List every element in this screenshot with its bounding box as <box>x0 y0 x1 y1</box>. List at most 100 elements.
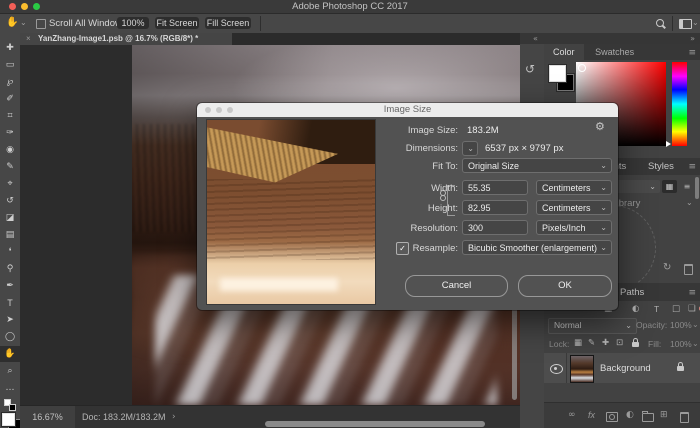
fill-chevron-icon[interactable]: ⌄ <box>692 339 699 348</box>
zoom-100-button[interactable]: 100% <box>117 17 149 29</box>
height-input[interactable]: 82.95 <box>462 200 528 215</box>
dialog-titlebar[interactable]: Image Size <box>197 103 618 117</box>
fill-label: Fill: <box>648 339 661 349</box>
tool-type[interactable]: T <box>0 295 20 311</box>
canvas-horizontal-scrollbar[interactable] <box>265 421 485 427</box>
color-panel-menu-icon[interactable]: ≡ <box>688 48 696 58</box>
list-view-icon[interactable]: ≡ <box>680 180 694 193</box>
dialog-gear-icon[interactable]: ⚙ <box>595 120 605 133</box>
hue-slider[interactable] <box>672 62 687 146</box>
collapse-dock-icon[interactable]: » <box>690 33 695 44</box>
scroll-all-windows-checkbox[interactable] <box>36 19 46 29</box>
delete-layer-icon[interactable] <box>680 412 689 423</box>
lock-paint-icon[interactable]: ✎ <box>588 338 595 348</box>
resolution-unit-select[interactable]: Pixels/Inch ⌄ <box>536 220 612 235</box>
foreground-color-chip[interactable] <box>549 65 566 82</box>
new-group-icon[interactable] <box>642 413 654 422</box>
tool-eyedropper[interactable]: ✑ <box>0 125 20 141</box>
layer-name[interactable]: Background <box>600 363 651 374</box>
fit-screen-button[interactable]: Fit Screen <box>155 17 199 29</box>
tool-hand[interactable]: ✋ <box>0 346 20 362</box>
tool-quick-selection[interactable]: ✐ <box>0 91 20 107</box>
status-zoom-level[interactable]: 16.67% <box>20 406 75 428</box>
library-delete-icon[interactable] <box>684 264 693 275</box>
tool-path-selection[interactable]: ➤ <box>0 312 20 328</box>
fit-to-select[interactable]: Original Size ⌄ <box>462 158 612 173</box>
fill-value[interactable]: 100% <box>670 339 692 349</box>
tool-blur[interactable]: ❛ <box>0 244 20 260</box>
document-tab[interactable]: × YanZhang-Image1.psb @ 16.7% (RGB/8*) * <box>20 33 232 45</box>
filter-shape-layers-icon[interactable]: □ <box>672 303 680 315</box>
filter-smart-object-icon[interactable]: ❏ <box>688 303 696 315</box>
tool-move[interactable]: ✚ <box>0 40 20 56</box>
resolution-input[interactable]: 300 <box>462 220 528 235</box>
tools-panel: ✚ ▭ ℘ ✐ ⌗ ✑ ◉ ✎ ⌖ ↺ ◪ ▤ ❛ ⚲ ✒ T ➤ ◯ ✋ ⌕ … <box>0 33 21 428</box>
filter-adjustment-layers-icon[interactable]: ◐ <box>632 303 639 315</box>
tool-rectangular-marquee[interactable]: ▭ <box>0 57 20 73</box>
add-layer-mask-icon[interactable] <box>606 412 618 422</box>
tool-zoom[interactable]: ⌕ <box>0 363 20 379</box>
opacity-value[interactable]: 100% <box>670 320 692 330</box>
history-panel-icon[interactable]: ↺ <box>525 62 535 76</box>
tool-ellipse-shape[interactable]: ◯ <box>0 329 20 345</box>
scroll-all-windows-label: Scroll All Windows <box>49 18 127 29</box>
foreground-color-swatch[interactable] <box>2 413 15 426</box>
tab-styles[interactable]: Styles <box>648 161 674 172</box>
tool-eraser[interactable]: ◪ <box>0 210 20 226</box>
tool-clone-stamp[interactable]: ⌖ <box>0 176 20 192</box>
tool-brush[interactable]: ✎ <box>0 159 20 175</box>
tool-pen[interactable]: ✒ <box>0 278 20 294</box>
layer-style-fx-icon[interactable]: fx <box>588 409 595 421</box>
lock-position-icon[interactable]: ✚ <box>602 338 609 348</box>
tab-paths[interactable]: Paths <box>620 287 644 298</box>
library-sync-icon[interactable]: ↻ <box>663 262 671 273</box>
search-icon[interactable] <box>656 19 664 27</box>
lock-artboard-icon[interactable]: ⊡ <box>616 338 623 348</box>
layer-locked-icon[interactable] <box>677 366 684 371</box>
resample-select[interactable]: Bicubic Smoother (enlargement) ⌄ <box>462 240 612 255</box>
height-unit-select[interactable]: Centimeters ⌄ <box>536 200 612 215</box>
default-colors-bg-icon[interactable] <box>9 404 16 411</box>
layer-thumbnail[interactable] <box>570 355 594 383</box>
tab-swatches[interactable]: Swatches <box>586 44 643 60</box>
filter-type-layers-icon[interactable]: T <box>654 303 659 315</box>
tool-lasso[interactable]: ℘ <box>0 74 20 90</box>
layer-visibility-eye-icon[interactable] <box>550 364 563 374</box>
dimensions-unit-button[interactable]: ⌄ <box>462 141 478 156</box>
lock-all-icon[interactable] <box>632 342 639 347</box>
cancel-button[interactable]: Cancel <box>405 275 508 297</box>
new-adjustment-layer-icon[interactable]: ◐ <box>626 409 634 421</box>
link-layers-icon[interactable]: ∞ <box>568 409 576 421</box>
tool-history-brush[interactable]: ↺ <box>0 193 20 209</box>
tool-gradient[interactable]: ▤ <box>0 227 20 243</box>
dock-collapse-row: « » <box>520 33 700 44</box>
width-input[interactable]: 55.35 <box>462 180 528 195</box>
styles-panel-menu-icon[interactable]: ≡ <box>688 162 696 172</box>
libraries-scrollbar[interactable] <box>695 177 699 199</box>
image-preview[interactable] <box>207 120 375 304</box>
blend-mode-select[interactable]: Normal ⌄ <box>548 318 637 334</box>
workspace-chevron-icon[interactable]: ⌄ <box>692 18 699 27</box>
saturation-picker-handle[interactable] <box>578 64 586 72</box>
tool-spot-healing-brush[interactable]: ◉ <box>0 142 20 158</box>
width-unit-select[interactable]: Centimeters ⌄ <box>536 180 612 195</box>
status-expand-icon[interactable]: › <box>172 406 176 428</box>
hue-slider-marker[interactable] <box>666 141 671 147</box>
tool-crop[interactable]: ⌗ <box>0 108 20 124</box>
tab-color[interactable]: Color <box>544 44 584 60</box>
layer-row-background[interactable]: Background <box>544 353 700 383</box>
fill-screen-button[interactable]: Fill Screen <box>205 17 251 29</box>
ok-button[interactable]: OK <box>518 275 612 297</box>
tab-close-icon[interactable]: × <box>26 33 31 45</box>
grid-view-icon[interactable]: ▦ <box>662 180 677 193</box>
tool-dodge[interactable]: ⚲ <box>0 261 20 277</box>
collapse-strip-icon[interactable]: « <box>533 33 538 44</box>
new-layer-icon[interactable]: ⊞ <box>660 409 668 421</box>
tool-preset-chevron-icon[interactable]: ⌄ <box>20 18 27 27</box>
opacity-chevron-icon[interactable]: ⌄ <box>692 320 699 329</box>
workspace-switcher-icon[interactable] <box>679 19 692 29</box>
paths-panel-menu-icon[interactable]: ≡ <box>688 288 696 298</box>
tool-edit-toolbar[interactable]: … <box>0 380 20 396</box>
library-chevron-icon[interactable]: ⌄ <box>686 198 693 207</box>
lock-transparency-icon[interactable]: ▦ <box>574 338 582 348</box>
